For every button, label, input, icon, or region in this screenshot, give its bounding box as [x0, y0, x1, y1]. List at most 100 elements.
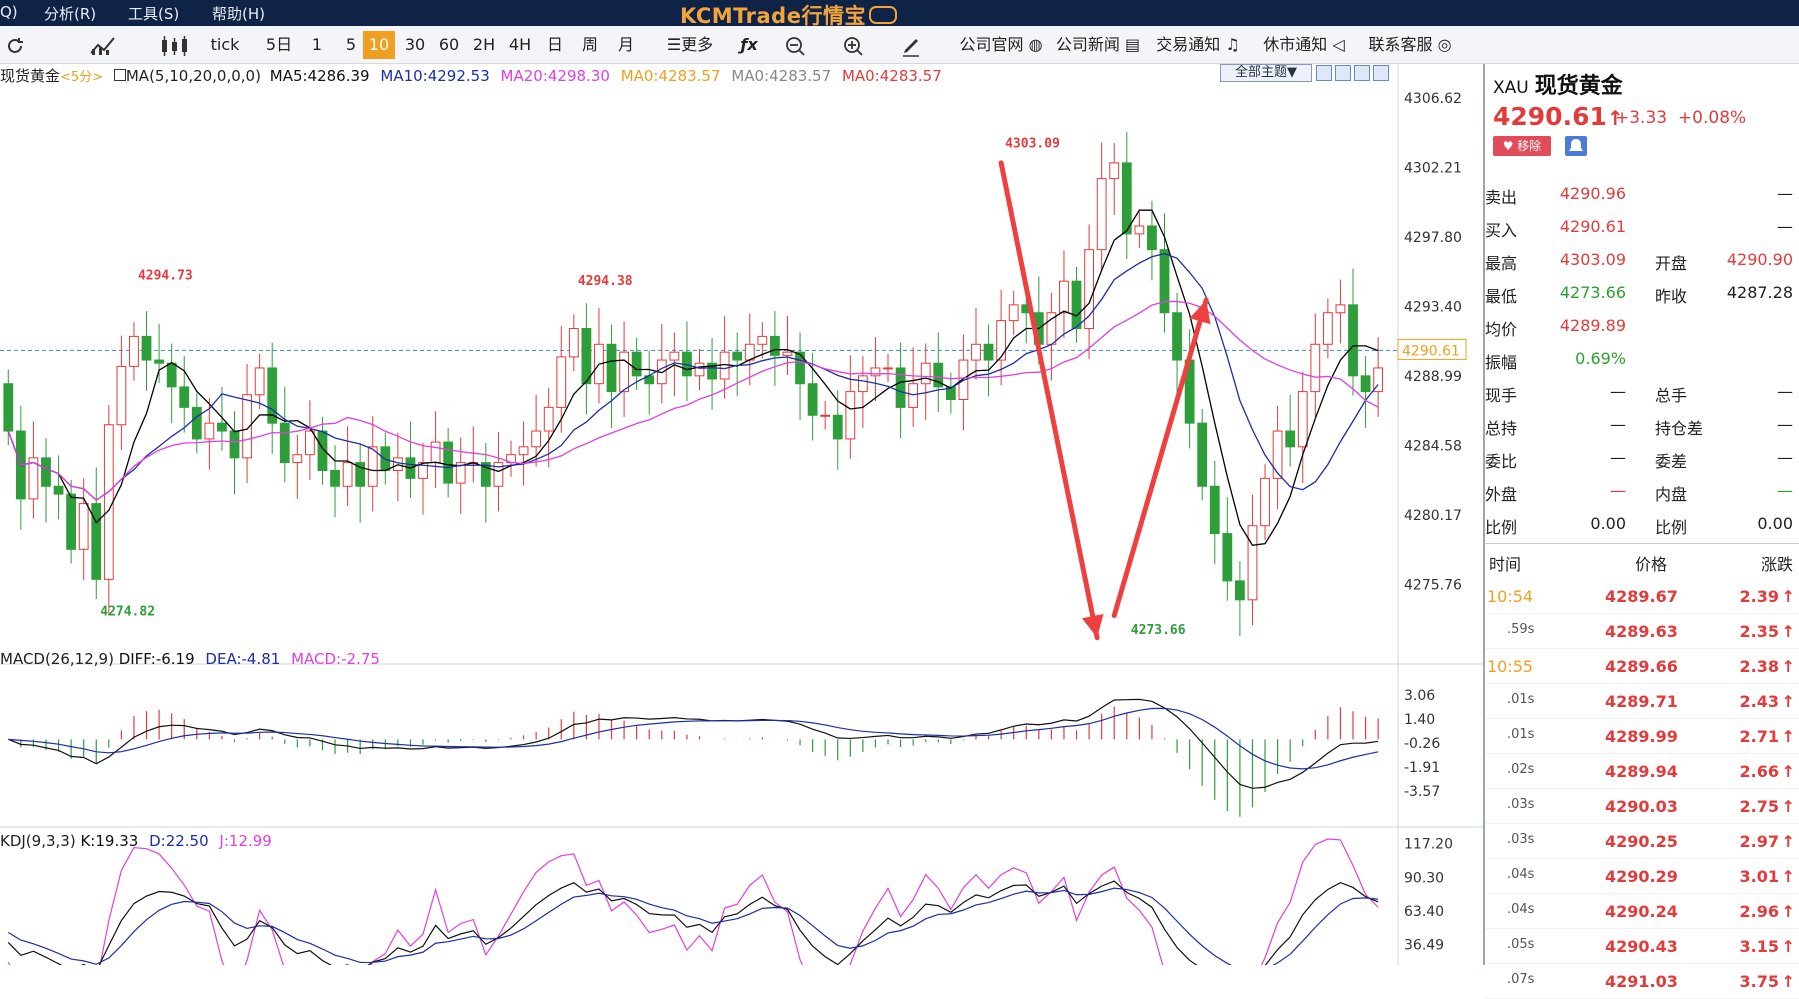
chart-type-icon	[113, 69, 126, 81]
tick-header: 时间 价格 涨跌	[1485, 545, 1799, 576]
tick-time: .02s	[1507, 762, 1535, 777]
period-30[interactable]: 30	[398, 31, 432, 59]
candle-body	[116, 365, 127, 426]
closure-notice-link[interactable]: 休市通知 ◁	[1258, 31, 1350, 59]
period-2h[interactable]: 2H	[466, 31, 502, 59]
candle-body	[367, 446, 378, 487]
tick-change: 2.75	[1739, 797, 1779, 816]
macd-value: MACD:-2.75	[291, 650, 380, 668]
candlestick-icon[interactable]	[156, 31, 192, 59]
candle-body	[1348, 304, 1358, 377]
quote-value: —	[1777, 217, 1793, 236]
tick-row[interactable]: 10:54 4289.67 2.39 ↑	[1485, 579, 1799, 614]
zoom-in-icon[interactable]	[838, 31, 868, 59]
menu-icon: ☰	[666, 35, 682, 54]
tick-row[interactable]: .59s 4289.63 2.35 ↑	[1485, 614, 1799, 649]
period-10[interactable]: 10	[363, 31, 395, 59]
period-tick[interactable]: tick	[200, 31, 250, 59]
globe-icon: ◍	[1028, 35, 1043, 54]
quote-row: 卖出 4290.96 —	[1485, 178, 1799, 209]
zoom-out-icon[interactable]	[780, 31, 810, 59]
trade-notice-label: 交易通知	[1156, 35, 1221, 54]
period-month[interactable]: 月	[608, 31, 644, 59]
company-site-link[interactable]: 公司官网 ◍	[946, 31, 1056, 59]
macd-diff: DIFF:-6.19	[118, 650, 195, 668]
menu-item-help[interactable]: 帮助(H)	[212, 3, 265, 24]
candle-body	[66, 493, 77, 550]
remove-favorite-button[interactable]: ♥ 移除	[1493, 136, 1551, 156]
customer-service-link[interactable]: 联系客服 ◎	[1362, 31, 1458, 59]
quote-value: 4290.96	[1559, 184, 1626, 203]
quote-row: 最高 4303.09 开盘 4290.90	[1485, 244, 1799, 275]
layout-1-icon[interactable]	[1316, 65, 1332, 81]
menu-item-q[interactable]: Q)	[0, 3, 18, 21]
quote-label: 内盘	[1655, 485, 1688, 504]
pen-icon[interactable]	[896, 31, 926, 59]
candle-body	[845, 391, 856, 440]
period-day[interactable]: 日	[538, 31, 572, 59]
tick-row[interactable]: .05s 4290.43 3.15 ↑	[1485, 929, 1799, 964]
tick-row[interactable]: 10:55 4289.66 2.38 ↑	[1485, 649, 1799, 684]
company-site-label: 公司官网	[959, 35, 1024, 54]
quote-value: 4290.61	[1559, 217, 1626, 236]
macd-def: MACD(26,12,9)	[0, 650, 114, 668]
quote-value: —	[1777, 415, 1793, 434]
up-arrow-icon: ↑	[1781, 727, 1795, 746]
menu-item-analysis[interactable]: 分析(R)	[44, 3, 96, 24]
period-5day[interactable]: 5日	[258, 31, 300, 59]
theme-dropdown[interactable]: 全部主题▼	[1220, 64, 1312, 82]
candle-body	[631, 351, 642, 377]
line-chart-icon[interactable]	[86, 31, 120, 59]
divider	[1485, 543, 1799, 544]
company-news-link[interactable]: 公司新闻 ▤	[1052, 31, 1144, 59]
layout-3-icon[interactable]	[1354, 65, 1370, 81]
quote-label: 最低	[1485, 287, 1518, 306]
tick-row[interactable]: .02s 4289.94 2.66 ↑	[1485, 754, 1799, 789]
period-4h[interactable]: 4H	[502, 31, 538, 59]
quote-row: 总持 — 持仓差 —	[1485, 409, 1799, 440]
layout-2-icon[interactable]	[1335, 65, 1351, 81]
tick-change: 2.97	[1739, 832, 1779, 851]
candle-body	[3, 383, 14, 432]
candle-body	[305, 430, 315, 456]
quote-row: 买入 4290.61 —	[1485, 211, 1799, 242]
tick-row[interactable]: .01s 4289.71 2.43 ↑	[1485, 684, 1799, 719]
refresh-icon[interactable]	[2, 31, 28, 59]
price-tick-label: 4302.21	[1404, 160, 1462, 176]
quote-value: —	[1610, 415, 1626, 434]
period-60[interactable]: 60	[432, 31, 466, 59]
candle-body	[279, 422, 290, 464]
formula-icon[interactable]: ƒx	[734, 31, 764, 59]
candle-body	[1147, 225, 1157, 251]
kdj-k-line	[7, 880, 1379, 965]
tick-row[interactable]: .03s 4290.25 2.97 ↑	[1485, 824, 1799, 859]
candle-body	[568, 328, 579, 358]
period-1[interactable]: 1	[300, 31, 334, 59]
candle-body	[254, 367, 265, 396]
alert-bell-icon[interactable]	[1565, 136, 1587, 156]
tick-row[interactable]: .07s 4291.03 3.75 ↑	[1485, 964, 1799, 999]
candle-body	[832, 414, 843, 440]
quote-price: 4290.61↑	[1493, 102, 1624, 131]
quote-label: 总手	[1655, 386, 1688, 405]
chart-canvas[interactable]: 4306.62 4302.21 4297.80 4293.40 4288.99 4284.…	[0, 64, 1483, 965]
up-arrow-icon: ↑	[1781, 867, 1795, 886]
candle-body	[41, 457, 51, 487]
closure-notice-label: 休市通知	[1263, 35, 1328, 54]
layout-4-icon[interactable]	[1373, 65, 1389, 81]
trade-notice-link[interactable]: 交易通知 ♫	[1154, 31, 1242, 59]
period-week[interactable]: 周	[572, 31, 608, 59]
tick-row[interactable]: .01s 4289.99 2.71 ↑	[1485, 719, 1799, 754]
tick-row[interactable]: .04s 4290.29 3.01 ↑	[1485, 859, 1799, 894]
chart-area[interactable]: 4306.62 4302.21 4297.80 4293.40 4288.99 4284.…	[0, 64, 1483, 965]
quote-panel: XAU 现货黄金 4290.61↑ +3.33 +0.08% ♥ 移除 卖出 429…	[1483, 64, 1799, 999]
candle-body	[292, 454, 303, 464]
more-button[interactable]: ☰更多	[658, 31, 722, 59]
bell-icon: ♫	[1225, 35, 1240, 54]
menu-item-tools[interactable]: 工具(S)	[128, 3, 179, 24]
tick-row[interactable]: .04s 4290.24 2.96 ↑	[1485, 894, 1799, 929]
macd-tick-label: -1.91	[1404, 760, 1440, 776]
candle-body	[1159, 249, 1170, 314]
tick-row[interactable]: .03s 4290.03 2.75 ↑	[1485, 789, 1799, 824]
tick-time: .01s	[1507, 692, 1535, 707]
